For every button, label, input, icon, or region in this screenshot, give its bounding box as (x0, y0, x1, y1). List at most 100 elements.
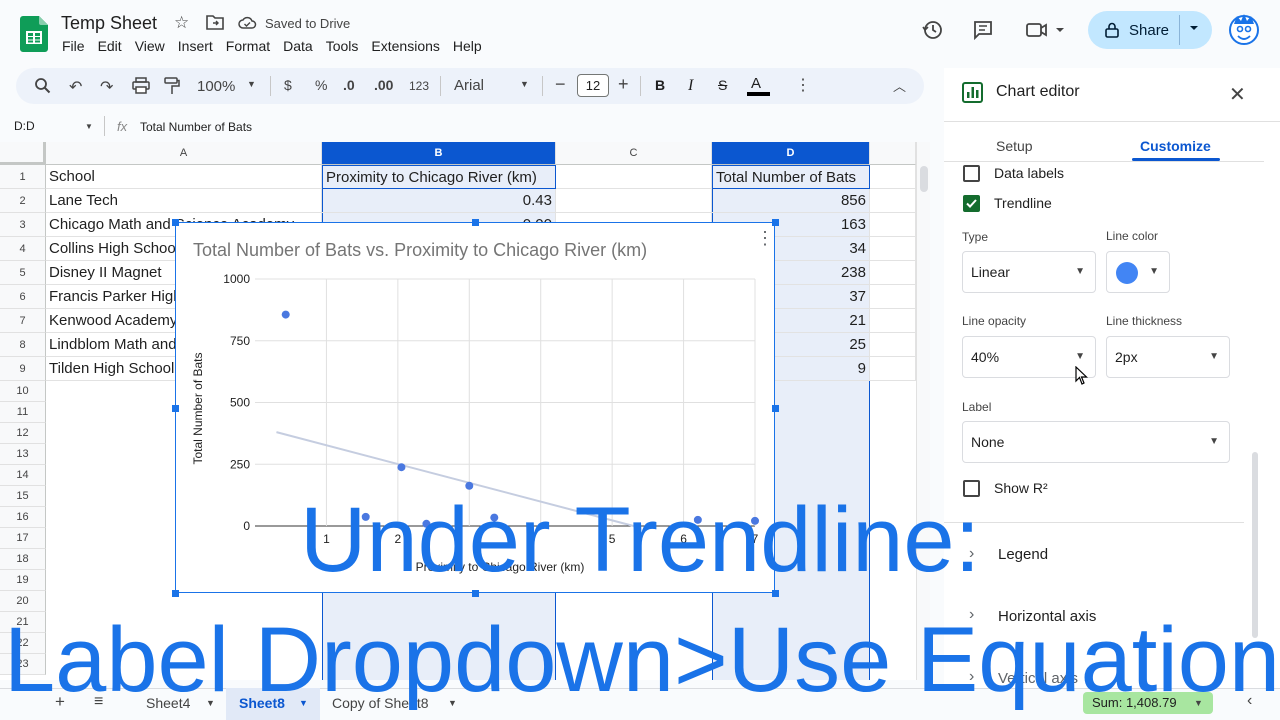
empty-cell[interactable] (870, 237, 916, 261)
empty-cell[interactable] (870, 285, 916, 309)
empty-cell[interactable] (870, 261, 916, 285)
menu-tools[interactable]: Tools (326, 38, 359, 54)
row-header[interactable]: 5 (0, 261, 46, 285)
row-header[interactable]: 3 (0, 213, 46, 237)
row-header[interactable]: 10 (0, 381, 46, 402)
decrease-decimal-button[interactable]: .0 (343, 77, 355, 93)
empty-cell[interactable] (870, 189, 916, 213)
menu-insert[interactable]: Insert (178, 38, 213, 54)
label-select[interactable]: None ▼ (962, 421, 1230, 463)
row-header[interactable]: 8 (0, 333, 46, 357)
undo-icon[interactable]: ↶ (69, 77, 82, 97)
chart-resize-handle[interactable] (172, 219, 179, 226)
font-size-increase-button[interactable]: + (618, 74, 629, 95)
redo-icon[interactable]: ↷ (100, 77, 113, 97)
empty-cell[interactable] (870, 333, 916, 357)
document-title[interactable]: Temp Sheet (61, 13, 157, 34)
chart-resize-handle[interactable] (472, 219, 479, 226)
column-header-d[interactable]: D (712, 142, 870, 165)
tab-customize[interactable]: Customize (1140, 138, 1211, 154)
meet-icon[interactable] (1025, 19, 1067, 41)
chart-resize-handle[interactable] (172, 590, 179, 597)
trendline-type-select[interactable]: Linear ▼ (962, 251, 1096, 293)
row-header[interactable]: 9 (0, 357, 46, 381)
menu-view[interactable]: View (135, 38, 165, 54)
font-size-input[interactable]: 12 (577, 74, 609, 97)
name-box[interactable]: D:D (14, 119, 35, 133)
cell-a[interactable]: Lane Tech (46, 189, 322, 213)
strikethrough-button[interactable]: S (718, 77, 727, 93)
empty-cell[interactable] (870, 165, 916, 189)
zoom-select[interactable]: 100% (197, 78, 235, 95)
column-header-e[interactable] (870, 142, 916, 165)
cloud-saved-icon[interactable] (238, 16, 257, 29)
empty-cell[interactable] (556, 165, 712, 189)
menu-file[interactable]: File (62, 38, 85, 54)
cell-d[interactable]: 856 (712, 189, 870, 213)
more-formats-button[interactable]: 123 (409, 79, 429, 93)
comments-icon[interactable] (972, 19, 994, 41)
row-header[interactable]: 11 (0, 402, 46, 423)
cell-d[interactable]: Total Number of Bats (712, 165, 870, 189)
vertical-scrollbar[interactable] (916, 142, 930, 680)
zoom-dropdown-icon[interactable]: ▼ (247, 79, 256, 89)
print-icon[interactable] (132, 77, 150, 94)
sheets-logo-icon[interactable] (20, 16, 48, 52)
cell-a[interactable]: School (46, 165, 322, 189)
row-header[interactable]: 16 (0, 507, 46, 528)
line-color-select[interactable]: ▼ (1106, 251, 1170, 293)
font-dropdown-icon[interactable]: ▼ (520, 79, 529, 89)
tab-setup[interactable]: Setup (996, 138, 1033, 154)
empty-cell[interactable] (870, 357, 916, 381)
font-select[interactable]: Arial (454, 77, 484, 94)
paint-format-icon[interactable] (164, 77, 180, 95)
row-header[interactable]: 15 (0, 486, 46, 507)
section-legend[interactable]: Legend (998, 546, 1048, 563)
row-header[interactable]: 17 (0, 528, 46, 549)
chart-resize-handle[interactable] (772, 219, 779, 226)
row-header[interactable]: 6 (0, 285, 46, 309)
data-labels-checkbox[interactable] (963, 165, 980, 182)
menu-format[interactable]: Format (226, 38, 270, 54)
close-icon[interactable]: ✕ (1229, 82, 1246, 107)
line-thickness-select[interactable]: 2px ▼ (1106, 336, 1230, 378)
percent-format-button[interactable]: % (315, 77, 327, 93)
menu-edit[interactable]: Edit (98, 38, 122, 54)
row-header[interactable]: 12 (0, 423, 46, 444)
cell-b[interactable]: Proximity to Chicago River (km) (322, 165, 556, 189)
row-header[interactable]: 7 (0, 309, 46, 333)
row-header[interactable]: 18 (0, 549, 46, 570)
increase-decimal-button[interactable]: .00 (374, 77, 393, 93)
column-header-c[interactable]: C (556, 142, 712, 165)
select-all-corner[interactable] (0, 142, 46, 165)
share-dropdown-icon[interactable] (1189, 24, 1199, 32)
italic-button[interactable]: I (688, 77, 693, 95)
empty-cell[interactable] (870, 309, 916, 333)
share-button[interactable]: Share (1088, 11, 1212, 49)
name-box-dropdown-icon[interactable]: ▼ (85, 122, 93, 131)
bold-button[interactable]: B (655, 77, 665, 93)
trendline-checkbox[interactable] (963, 195, 980, 212)
empty-cell[interactable] (870, 213, 916, 237)
empty-cell[interactable] (556, 189, 712, 213)
column-header-b[interactable]: B (322, 142, 556, 165)
star-icon[interactable]: ☆ (174, 13, 189, 33)
chart-resize-handle[interactable] (172, 404, 179, 412)
menu-help[interactable]: Help (453, 38, 482, 54)
formula-input[interactable]: Total Number of Bats (140, 120, 252, 134)
collapse-toolbar-icon[interactable]: ︿ (893, 76, 906, 95)
cell-b[interactable]: 0.43 (322, 189, 556, 213)
row-header[interactable]: 19 (0, 570, 46, 591)
row-header[interactable]: 14 (0, 465, 46, 486)
text-color-button[interactable]: A (751, 75, 761, 92)
column-header-a[interactable]: A (46, 142, 322, 165)
avatar[interactable] (1228, 12, 1260, 48)
more-options-icon[interactable]: ⋮ (795, 75, 811, 95)
menu-extensions[interactable]: Extensions (371, 38, 439, 54)
row-header[interactable]: 4 (0, 237, 46, 261)
currency-format-button[interactable]: $ (284, 77, 292, 93)
search-menus-icon[interactable] (34, 77, 51, 94)
move-folder-icon[interactable] (206, 14, 224, 30)
menu-data[interactable]: Data (283, 38, 313, 54)
row-header[interactable]: 1 (0, 165, 46, 189)
